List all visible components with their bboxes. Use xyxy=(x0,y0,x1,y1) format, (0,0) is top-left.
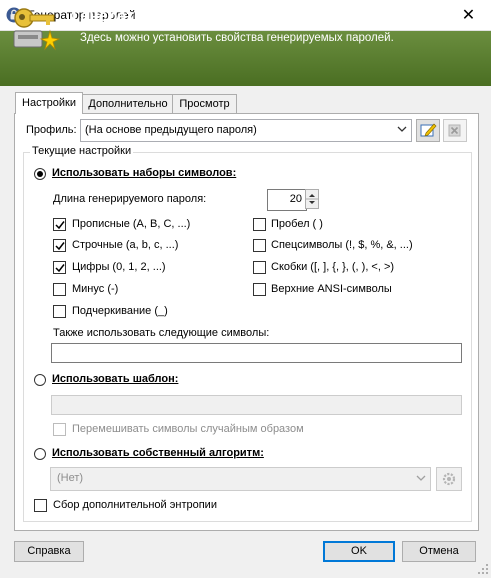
resize-grip-icon[interactable] xyxy=(477,563,489,575)
high-ansi-label[interactable]: Верхние ANSI-символы xyxy=(271,283,392,295)
tab-preview[interactable]: Просмотр xyxy=(172,94,237,113)
underscore-label[interactable]: Подчеркивание (_) xyxy=(72,305,168,317)
cancel-button[interactable]: Отмена xyxy=(402,541,476,562)
banner-subtitle: Здесь можно установить свойства генериру… xyxy=(80,32,394,44)
profile-select[interactable]: (На основе предыдущего пароля) xyxy=(80,119,412,142)
charset-radio[interactable] xyxy=(34,168,46,180)
minus-label[interactable]: Минус (-) xyxy=(72,283,118,295)
current-settings-legend: Текущие настройки xyxy=(30,145,134,157)
brackets-checkbox[interactable] xyxy=(253,261,266,274)
shuffle-checkbox[interactable] xyxy=(53,423,66,436)
digits-label[interactable]: Цифры (0, 1, 2, ...) xyxy=(72,261,166,273)
algorithm-select-value: (Нет) xyxy=(57,472,84,484)
checkmark-icon xyxy=(55,242,65,251)
spin-down-icon xyxy=(309,201,315,204)
algorithm-select[interactable]: (Нет) xyxy=(50,467,431,491)
space-label[interactable]: Пробел ( ) xyxy=(271,218,323,230)
algorithm-radio[interactable] xyxy=(34,448,46,460)
spin-up-icon xyxy=(309,194,315,197)
special-checkbox[interactable] xyxy=(253,239,266,252)
help-button[interactable]: Справка xyxy=(14,541,84,562)
close-button[interactable]: ✕ xyxy=(446,0,491,30)
lowercase-checkbox[interactable] xyxy=(53,239,66,252)
pattern-radio[interactable] xyxy=(34,374,46,386)
checkmark-icon xyxy=(55,221,65,230)
profile-select-value: (На основе предыдущего пароля) xyxy=(85,124,257,136)
also-use-input[interactable] xyxy=(51,343,462,363)
minus-checkbox[interactable] xyxy=(53,283,66,296)
chevron-down-icon xyxy=(397,126,407,132)
uppercase-label[interactable]: Прописные (A, B, C, ...) xyxy=(72,218,190,230)
key-generator-icon xyxy=(10,5,61,51)
chevron-down-icon xyxy=(416,475,426,481)
length-value: 20 xyxy=(289,193,302,205)
profile-label: Профиль: xyxy=(26,124,77,136)
also-use-label: Также использовать следующие символы: xyxy=(53,327,270,339)
gear-icon xyxy=(442,472,456,486)
profile-edit-button[interactable] xyxy=(416,119,440,142)
pattern-radio-label[interactable]: Использовать шаблон: xyxy=(52,373,178,385)
charset-radio-label[interactable]: Использовать наборы символов: xyxy=(52,167,236,179)
brackets-label[interactable]: Скобки ([, ], {, }, (, ), <, >) xyxy=(271,261,394,273)
tab-settings[interactable]: Настройки xyxy=(15,92,83,114)
special-label[interactable]: Спецсимволы (!, $, %, &, ...) xyxy=(271,239,413,251)
algorithm-settings-button[interactable] xyxy=(436,467,462,491)
profile-delete-button[interactable] xyxy=(443,119,467,142)
shuffle-label[interactable]: Перемешивать символы случайным образом xyxy=(72,423,304,435)
digits-checkbox[interactable] xyxy=(53,261,66,274)
underscore-checkbox[interactable] xyxy=(53,305,66,318)
checkmark-icon xyxy=(55,264,65,273)
delete-icon xyxy=(448,124,461,137)
algorithm-radio-label[interactable]: Использовать собственный алгоритм: xyxy=(52,447,264,459)
edit-profile-icon xyxy=(420,123,437,137)
high-ansi-checkbox[interactable] xyxy=(253,283,266,296)
length-stepper[interactable] xyxy=(305,189,319,209)
banner-title: Генератор паролей xyxy=(72,8,225,25)
space-checkbox[interactable] xyxy=(253,218,266,231)
entropy-label[interactable]: Сбор дополнительной энтропии xyxy=(53,499,217,511)
length-label: Длина генерируемого пароля: xyxy=(53,193,207,205)
entropy-checkbox[interactable] xyxy=(34,499,47,512)
tab-advanced[interactable]: Дополнительно xyxy=(82,94,174,113)
ok-button[interactable]: OK xyxy=(323,541,395,562)
pattern-input[interactable] xyxy=(51,395,462,415)
lowercase-label[interactable]: Строчные (a, b, c, ...) xyxy=(72,239,178,251)
length-input[interactable]: 20 xyxy=(267,189,307,211)
uppercase-checkbox[interactable] xyxy=(53,218,66,231)
